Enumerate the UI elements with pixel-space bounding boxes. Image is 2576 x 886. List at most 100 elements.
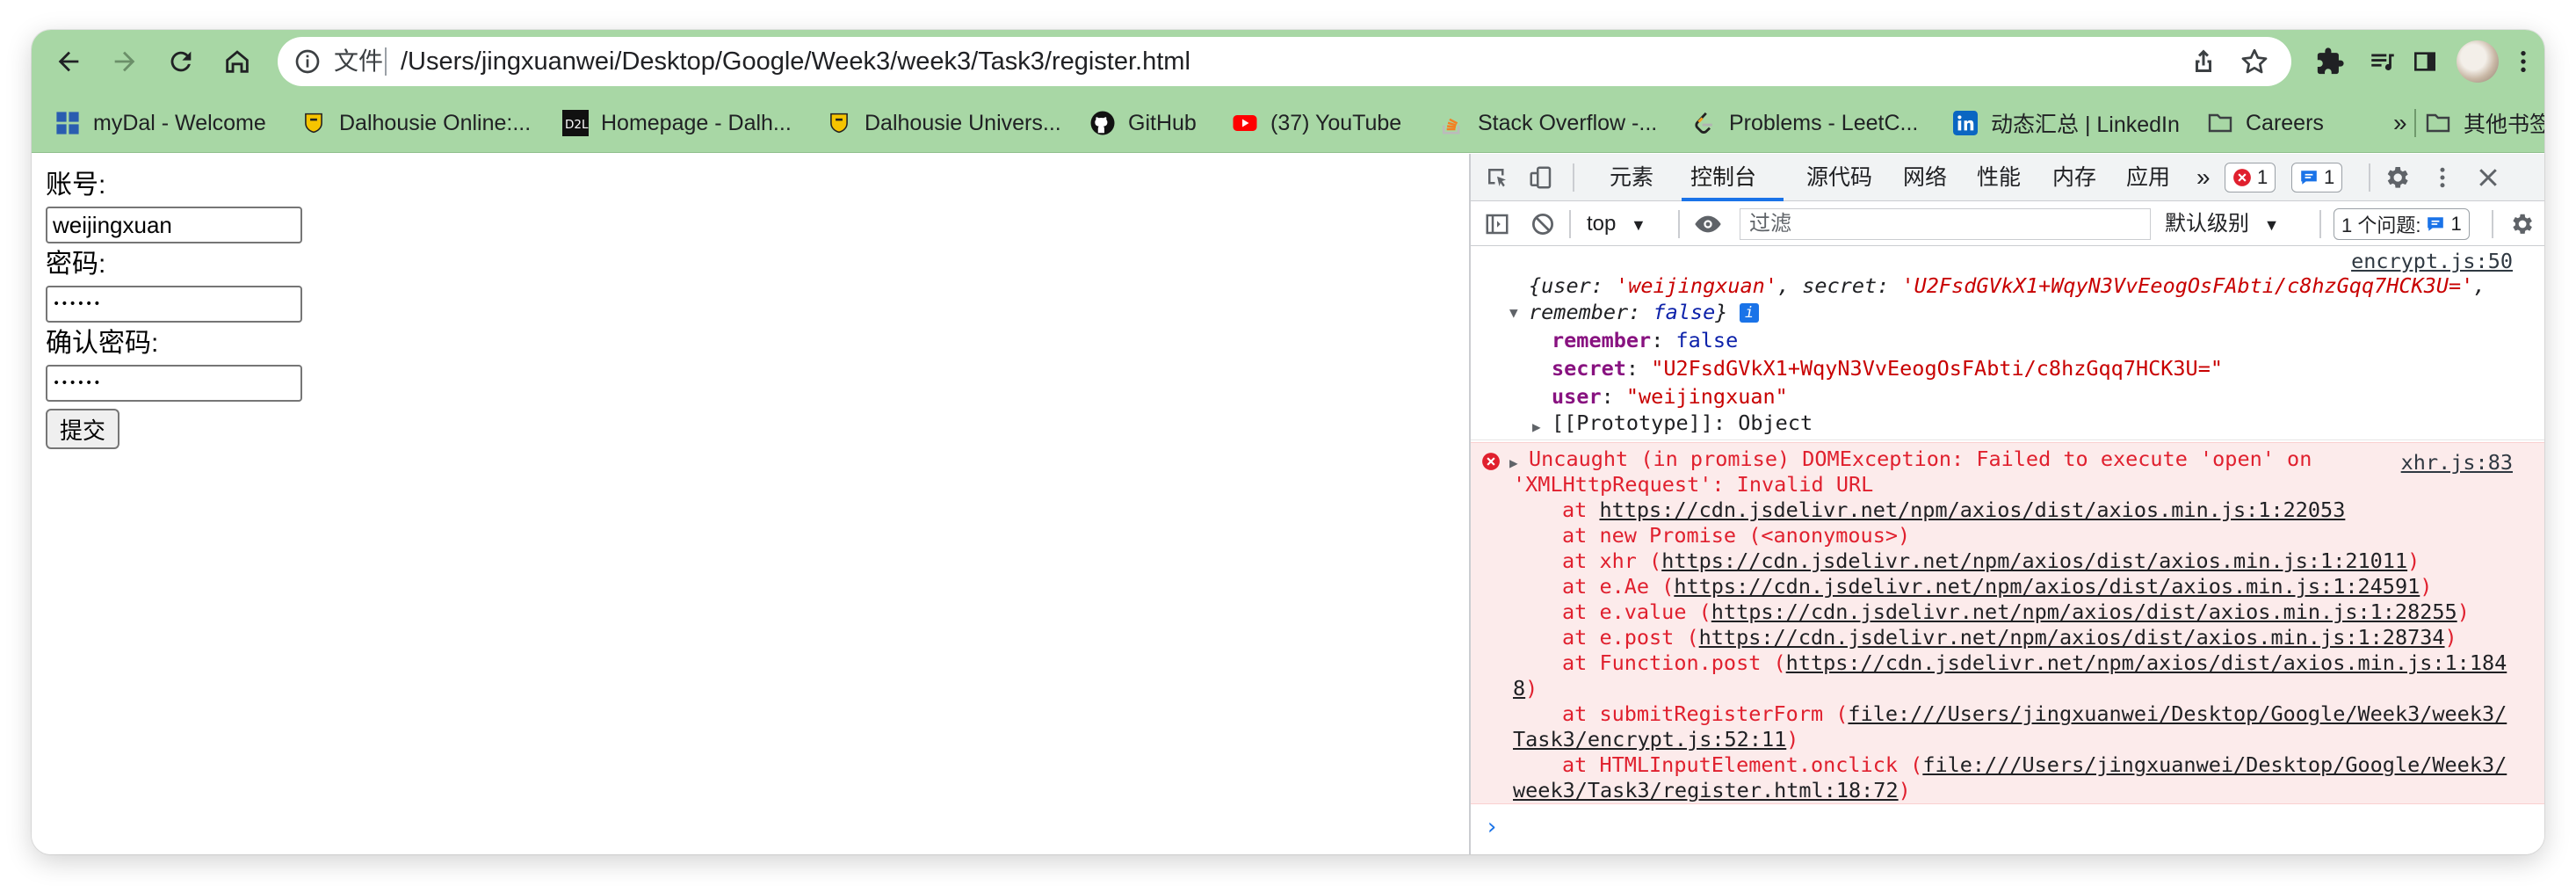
stack-link[interactable]: https://cdn.jsdelivr.net/npm/axios/dist/… <box>1699 625 2445 650</box>
issues-button[interactable]: 1 个问题: 1 <box>2334 208 2470 240</box>
inspect-element-icon[interactable] <box>1481 162 1513 193</box>
password-input[interactable]: •••••• <box>46 286 302 323</box>
profile-avatar[interactable] <box>2457 40 2499 83</box>
back-button[interactable] <box>47 40 90 83</box>
bookmark-mydal[interactable]: myDal - Welcome <box>54 104 266 142</box>
bookmark-stackoverflow[interactable]: Stack Overflow -... <box>1439 104 1657 142</box>
extensions-button[interactable] <box>2311 42 2349 81</box>
log-source-link[interactable]: encrypt.js:50 <box>2351 249 2513 274</box>
other-bookmarks-folder[interactable]: 其他书签 <box>2425 104 2544 142</box>
error-count: 1 <box>2257 166 2268 188</box>
devtools-menu-button[interactable] <box>2427 162 2458 193</box>
stack-frame: at Function.post (https://cdn.jsdelivr.n… <box>1562 650 2507 675</box>
stack-link[interactable]: file:///Users/jingxuanwei/Desktop/Google… <box>1848 701 2507 726</box>
console-error-entry: ▶ xhr.js:83 Uncaught (in promise) DOMExc… <box>1471 442 2544 804</box>
d2l-icon: D2L <box>562 110 589 136</box>
url-text[interactable]: /Users/jingxuanwei/Desktop/Google/Week3/… <box>401 47 1190 76</box>
bookmark-label: Stack Overflow -... <box>1478 110 1658 135</box>
device-toolbar-icon[interactable] <box>1525 162 1557 193</box>
error-count-badge[interactable]: 1 <box>2225 163 2276 192</box>
dal-crest-icon <box>826 110 852 136</box>
stack-frame-wrap: Task3/encrypt.js:52:11) <box>1513 727 1799 752</box>
submit-button[interactable]: 提交 <box>46 409 119 449</box>
devtools-tabbar: 元素 控制台 源代码 网络 性能 内存 应用 » 1 1 <box>1471 154 2544 201</box>
confirm-password-input[interactable]: •••••• <box>46 365 302 402</box>
tab-application[interactable]: 应用 <box>2126 161 2170 194</box>
stack-link[interactable]: https://cdn.jsdelivr.net/npm/axios/dist/… <box>1661 548 2407 573</box>
console-sidebar-toggle[interactable] <box>1481 208 1513 240</box>
bookmarks-overflow-button[interactable]: » <box>2393 104 2407 142</box>
tab-network[interactable]: 网络 <box>1903 161 1947 194</box>
summary-key: secret <box>1802 273 1878 298</box>
divider <box>1569 210 1571 238</box>
menu-button[interactable] <box>2504 42 2543 81</box>
tab-memory[interactable]: 内存 <box>2052 161 2096 194</box>
side-panel-icon <box>2414 52 2435 71</box>
collapse-triangle-icon[interactable]: ▶ <box>1532 414 1541 439</box>
bookmark-linkedin[interactable]: 动态汇总 | LinkedIn <box>1952 104 2180 142</box>
console-settings-button[interactable] <box>2506 208 2537 240</box>
summary-key: remember <box>1529 300 1629 324</box>
console-prompt[interactable]: › <box>1485 815 1499 840</box>
devtools-close-button[interactable] <box>2472 162 2504 193</box>
context-selector[interactable]: top ▼ <box>1587 210 1646 239</box>
stack-link[interactable]: file:///Users/jingxuanwei/Desktop/Google… <box>1922 752 2507 777</box>
console-filter-input[interactable]: 过滤 <box>1740 208 2151 240</box>
side-panel-button[interactable] <box>2406 42 2444 81</box>
bookmark-github[interactable]: GitHub <box>1089 104 1197 142</box>
active-tab-indicator <box>1682 198 1784 201</box>
stack-link[interactable]: Task3/encrypt.js:52:11 <box>1513 727 1786 752</box>
stack-link[interactable]: https://cdn.jsdelivr.net/npm/axios/dist/… <box>1599 497 2345 522</box>
error-icon <box>1482 453 1500 470</box>
reload-button[interactable] <box>160 40 202 83</box>
home-button[interactable] <box>216 40 258 83</box>
bookmark-dal-online[interactable]: Dalhousie Online:... <box>300 104 531 142</box>
devtools-panel: 元素 控制台 源代码 网络 性能 内存 应用 » 1 1 top ▼ 过滤 默认… <box>1469 154 2544 854</box>
divider <box>2492 210 2493 238</box>
info-icon[interactable]: i <box>1740 303 1759 323</box>
expand-triangle-icon[interactable]: ▼ <box>1509 300 1518 325</box>
bookmark-leetcode[interactable]: Problems - LeetC... <box>1690 104 1918 142</box>
log-level-selector[interactable]: 默认级别 ▼ <box>2165 210 2280 239</box>
media-button[interactable] <box>2363 42 2402 81</box>
clear-console-button[interactable] <box>1527 208 1559 240</box>
bookmark-homepage-dal[interactable]: D2L Homepage - Dalh... <box>562 104 792 142</box>
bookmark-label: myDal - Welcome <box>93 110 266 135</box>
stack-link[interactable]: week3/Task3/register.html:18:72 <box>1513 778 1899 802</box>
windows-grid-icon <box>54 110 81 136</box>
forward-button[interactable] <box>104 40 146 83</box>
devtools-settings-button[interactable] <box>2381 162 2413 193</box>
stack-link[interactable]: https://cdn.jsdelivr.net/npm/axios/dist/… <box>1711 599 2457 624</box>
youtube-icon <box>1232 110 1258 136</box>
bookmark-youtube[interactable]: (37) YouTube <box>1232 104 1401 142</box>
bookmark-dal-univ[interactable]: Dalhousie Univers... <box>826 104 1061 142</box>
stack-link[interactable]: https://cdn.jsdelivr.net/npm/axios/dist/… <box>1786 650 2507 675</box>
property-value: "weijingxuan" <box>1625 384 1788 409</box>
tab-performance[interactable]: 性能 <box>1977 161 2021 194</box>
bookmark-careers[interactable]: Careers <box>2207 104 2324 142</box>
star-icon[interactable] <box>2239 46 2270 77</box>
more-tabs-button[interactable]: » <box>2196 161 2211 194</box>
error-source-link[interactable]: xhr.js:83 <box>2401 450 2513 476</box>
linkedin-icon <box>1952 110 1979 136</box>
account-input[interactable]: weijingxuan <box>46 207 302 243</box>
stackoverflow-icon <box>1439 110 1465 136</box>
prototype-row[interactable]: [[Prototype]]: Object <box>1552 410 1813 436</box>
info-icon[interactable] <box>293 47 322 76</box>
gear-icon <box>2513 214 2532 234</box>
playlist-music-icon <box>2371 54 2394 70</box>
object-summary-continued: remember: false} <box>1529 300 1728 324</box>
share-icon[interactable] <box>2188 46 2219 77</box>
live-expression-button[interactable] <box>1692 208 1724 240</box>
error-message-continued: 'XMLHttpRequest': Invalid URL <box>1513 472 1874 497</box>
address-bar[interactable]: 文件 /Users/jingxuanwei/Desktop/Google/Wee… <box>278 37 2291 86</box>
tab-sources[interactable]: 源代码 <box>1806 161 1872 194</box>
bookmark-label: Problems - LeetC... <box>1729 110 1919 135</box>
leetcode-icon <box>1690 110 1717 136</box>
stack-link[interactable]: 8 <box>1513 676 1525 701</box>
message-count-badge[interactable]: 1 <box>2291 163 2343 192</box>
stack-link[interactable]: https://cdn.jsdelivr.net/npm/axios/dist/… <box>1674 574 2420 599</box>
tab-elements[interactable]: 元素 <box>1610 161 1653 194</box>
tab-console[interactable]: 控制台 <box>1690 161 1756 194</box>
object-summary[interactable]: {user: 'weijingxuan', secret: 'U2FsdGVkX… <box>1529 273 2486 299</box>
